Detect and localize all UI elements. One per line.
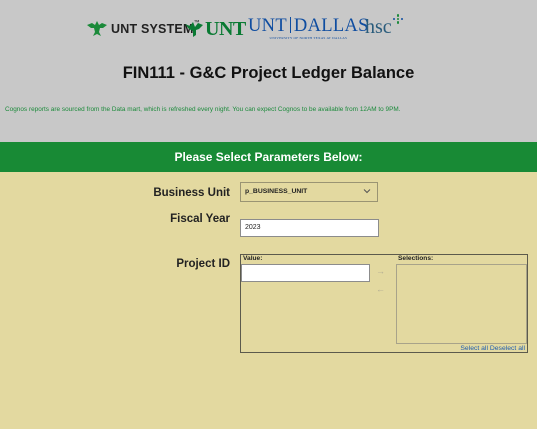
deselect-all-link[interactable]: Deselect all: [490, 345, 525, 352]
hsc-dots-icon: [392, 14, 404, 24]
unt-text: UNT: [205, 17, 246, 40]
fiscal-year-label: Fiscal Year: [170, 213, 230, 225]
chevron-down-icon: [363, 189, 371, 194]
unt-dallas-text: UNT DALLAS: [248, 16, 369, 36]
select-all-link[interactable]: Select all: [460, 345, 488, 352]
project-id-label: Project ID: [176, 258, 230, 270]
project-id-value-input[interactable]: [241, 264, 370, 282]
unt-system-text: UNT SYSTEM: [111, 22, 194, 36]
unt-dallas-subtitle: UNIVERSITY OF NORTH TEXAS AT DALLAS: [269, 36, 348, 40]
arrow-left-icon[interactable]: ←: [376, 284, 385, 294]
availability-notice: Cognos reports are sourced from the Data…: [5, 106, 401, 113]
parameters-bar: Please Select Parameters Below:: [0, 142, 537, 172]
hsc-logo: hsc: [365, 12, 404, 42]
page-title: FIN111 - G&C Project Ledger Balance: [122, 64, 415, 82]
business-unit-select[interactable]: p_BUSINESS_UNIT: [240, 182, 378, 202]
selections-label: Selections:: [398, 255, 434, 262]
selection-links: Select all Deselect all: [460, 345, 525, 352]
fiscal-year-value: 2023: [245, 224, 261, 231]
unt-dallas-logo: UNT DALLAS UNIVERSITY OF NORTH TEXAS AT D…: [248, 16, 369, 46]
selections-list[interactable]: [396, 264, 527, 344]
value-label: Value:: [243, 255, 263, 262]
business-unit-selected-value: p_BUSINESS_UNIT: [245, 188, 308, 195]
fiscal-year-input[interactable]: 2023: [240, 219, 379, 237]
eagle-icon: [87, 21, 107, 36]
unt-logo: UNT: [185, 14, 246, 44]
business-unit-label: Business Unit: [153, 187, 230, 199]
header: UNT SYSTEM ™ UNT UNT DALLAS UNIVERSITY OF …: [0, 0, 537, 142]
project-id-picker: Value: Selections: → ← Select all Desele…: [240, 254, 528, 353]
logo-row: UNT SYSTEM ™ UNT UNT DALLAS UNIVERSITY OF …: [0, 14, 537, 44]
parameters-bar-label: Please Select Parameters Below:: [174, 150, 363, 164]
hsc-text: hsc: [365, 15, 392, 38]
eagle-icon: [185, 22, 203, 37]
arrow-right-icon[interactable]: →: [376, 266, 385, 276]
unt-system-logo: UNT SYSTEM ™: [86, 14, 200, 44]
